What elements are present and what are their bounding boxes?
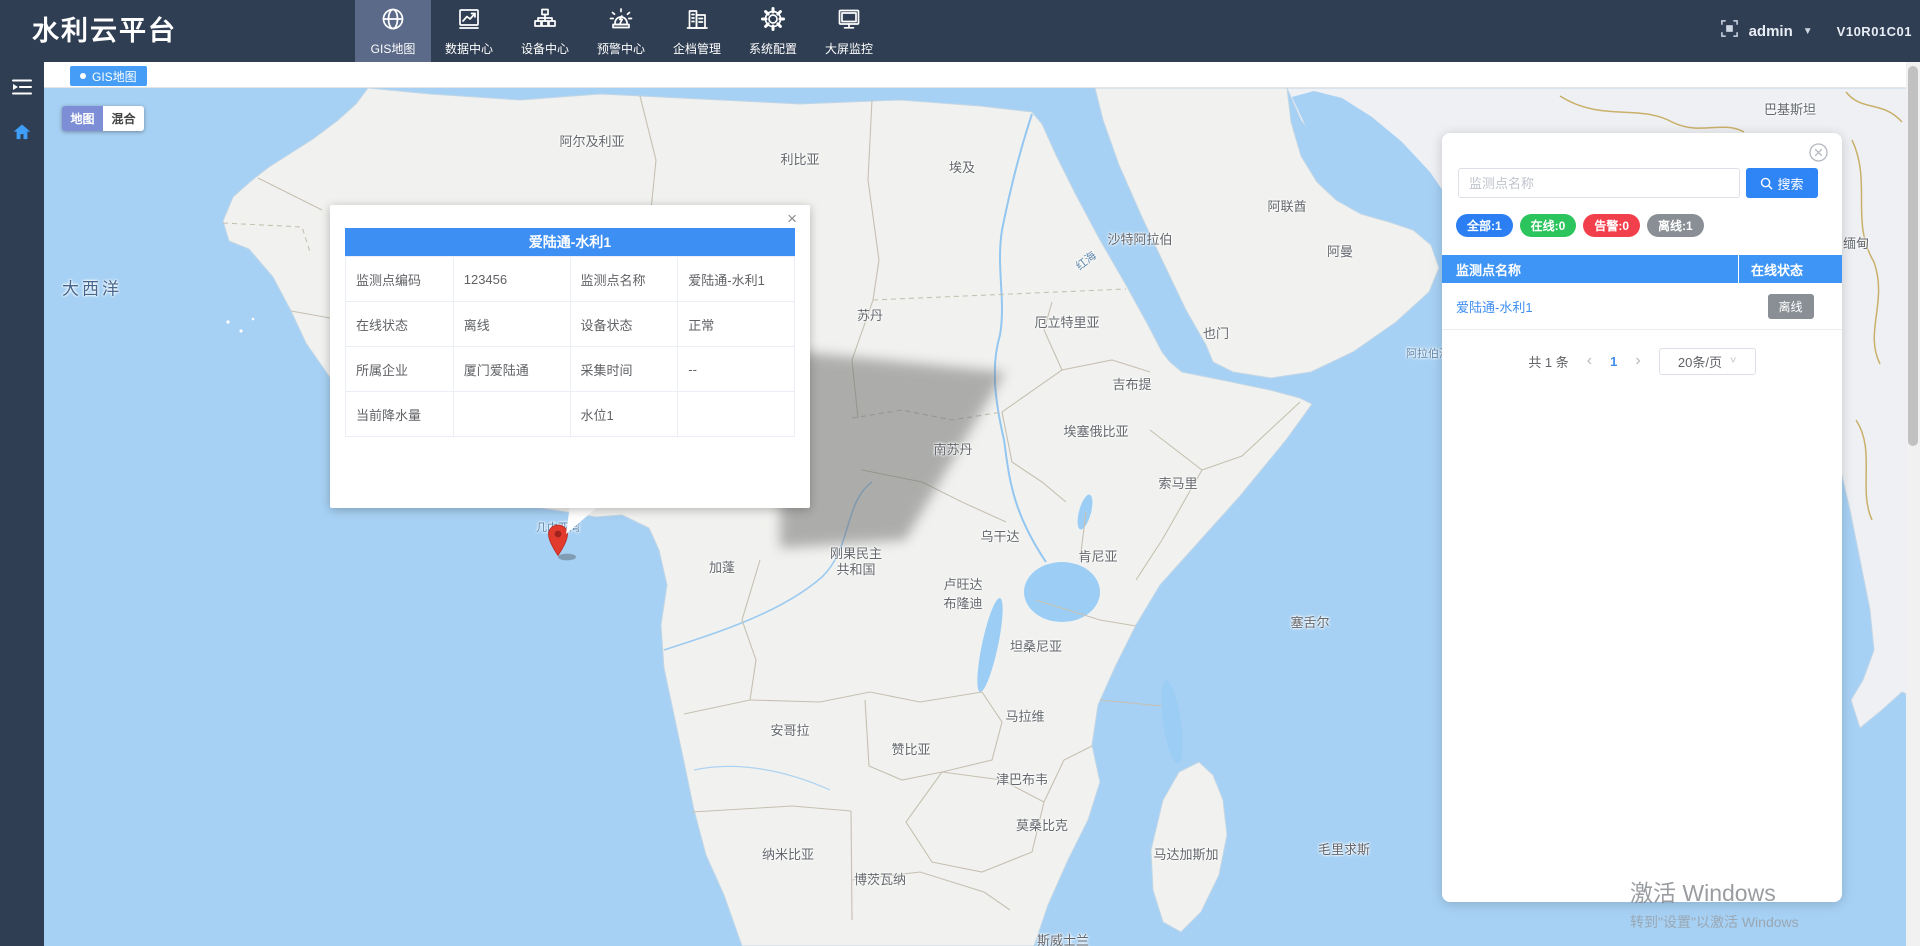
field-value [453, 392, 570, 437]
chevron-down-icon[interactable]: ▼ [1803, 26, 1813, 37]
page-size-select[interactable]: 20条/页 ˅ [1659, 348, 1756, 375]
field-label: 采集时间 [570, 347, 678, 392]
nav-tab-label: 设备中心 [521, 40, 569, 57]
panel-close-icon[interactable] [1809, 143, 1828, 167]
nav-tab-label: 系统配置 [749, 40, 797, 57]
field-value: 正常 [678, 302, 795, 347]
chevron-down-icon: ˅ [1730, 355, 1736, 367]
nav-tab-label: 数据中心 [445, 40, 493, 57]
field-label: 所属企业 [346, 347, 454, 392]
nav-tab-label: GIS地图 [371, 40, 416, 57]
user-menu[interactable]: admin [1749, 23, 1793, 40]
prev-page-button[interactable]: ‹ [1587, 352, 1592, 370]
monitor-point-popup: × 爱陆通-水利1 监测点编码 123456 监测点名称 爱陆通-水利1 在线状… [330, 205, 810, 508]
home-icon[interactable] [12, 122, 32, 142]
monitor-list-panel: 搜索 全部:1 在线:0 告警:0 离线:1 监测点名称 在线状态 爱陆通-水利… [1442, 133, 1842, 902]
map-type-hybrid-button[interactable]: 混合 [103, 106, 144, 131]
list-item: 爱陆通-水利1 离线 [1442, 283, 1842, 330]
field-value: 厦门爱陆通 [453, 347, 570, 392]
field-label: 设备状态 [570, 302, 678, 347]
field-label: 监测点名称 [570, 257, 678, 302]
close-icon[interactable]: × [787, 210, 797, 227]
table-row: 监测点编码 123456 监测点名称 爱陆通-水利1 [346, 257, 795, 302]
alarm-icon [608, 6, 634, 37]
nav-tab-label: 预警中心 [597, 40, 645, 57]
field-label: 监测点编码 [346, 257, 454, 302]
status-badge[interactable]: 离线:1 [1647, 214, 1704, 237]
left-sidebar [0, 62, 44, 946]
nav-tab-big-screen[interactable]: 大屏监控 [811, 0, 887, 62]
popup-tail [560, 505, 604, 537]
field-value: 爱陆通-水利1 [678, 257, 795, 302]
table-row: 所属企业 厦门爱陆通 采集时间 -- [346, 347, 795, 392]
avatar-icon [1720, 19, 1739, 43]
globe-icon [380, 6, 406, 37]
page-size-value: 20条/页 [1678, 352, 1722, 371]
status-badge[interactable]: 在线:0 [1520, 214, 1577, 237]
map-type-standard-button[interactable]: 地图 [62, 106, 103, 131]
popup-detail-table: 监测点编码 123456 监测点名称 爱陆通-水利1 在线状态 离线 设备状态 … [345, 256, 795, 437]
nav-tab-label: 企档管理 [673, 40, 721, 57]
nav-tab-data-center[interactable]: 数据中心 [431, 0, 507, 62]
field-value [678, 392, 795, 437]
status-badge[interactable]: 全部:1 [1456, 214, 1513, 237]
map-type-control: 地图 混合 [62, 106, 144, 131]
dot-icon [80, 73, 86, 79]
field-label: 当前降水量 [346, 392, 454, 437]
column-header: 在线状态 [1739, 255, 1842, 283]
nav-tab-device-center[interactable]: 设备中心 [507, 0, 583, 62]
gear-icon [760, 6, 786, 37]
field-label: 在线状态 [346, 302, 454, 347]
breadcrumb-tab-label: GIS地图 [92, 68, 137, 85]
main-nav: GIS地图 数据中心 设备中心 预警中心 企档管理 系统配置 大屏监控 [355, 0, 887, 62]
chart-icon [456, 6, 482, 37]
app-logo: 水利云平台 [32, 0, 177, 62]
column-header: 监测点名称 [1442, 255, 1739, 283]
list-table-header: 监测点名称 在线状态 [1442, 255, 1842, 283]
field-value: 123456 [453, 257, 570, 302]
status-filters: 全部:1 在线:0 告警:0 离线:1 [1456, 214, 1704, 237]
nav-tab-warning-center[interactable]: 预警中心 [583, 0, 659, 62]
table-row: 在线状态 离线 设备状态 正常 [346, 302, 795, 347]
monitor-point-link[interactable]: 爱陆通-水利1 [1442, 297, 1739, 316]
search-button-label: 搜索 [1777, 174, 1803, 193]
breadcrumb: GIS地图 [44, 62, 1920, 88]
monitor-icon [836, 6, 862, 37]
search-button[interactable]: 搜索 [1746, 168, 1818, 198]
version-label: V10R01C01 [1837, 24, 1912, 39]
search-icon [1760, 177, 1773, 190]
page-number[interactable]: 1 [1610, 354, 1617, 369]
nav-tab-archive-mgmt[interactable]: 企档管理 [659, 0, 735, 62]
menu-toggle-icon[interactable] [9, 74, 35, 100]
field-value: -- [678, 347, 795, 392]
popup-title: 爱陆通-水利1 [345, 228, 795, 256]
offline-status-badge[interactable]: 离线 [1768, 294, 1814, 319]
field-value: 离线 [453, 302, 570, 347]
sitemap-icon [532, 6, 558, 37]
nav-tab-system-config[interactable]: 系统配置 [735, 0, 811, 62]
nav-tab-gis-map[interactable]: GIS地图 [355, 0, 431, 62]
nav-tab-label: 大屏监控 [825, 40, 873, 57]
vertical-scrollbar[interactable] [1906, 62, 1920, 946]
table-row: 当前降水量 水位1 [346, 392, 795, 437]
status-badge[interactable]: 告警:0 [1583, 214, 1640, 237]
breadcrumb-tab-gis[interactable]: GIS地图 [70, 66, 147, 86]
next-page-button[interactable]: › [1635, 352, 1640, 370]
building-icon [684, 6, 710, 37]
field-label: 水位1 [570, 392, 678, 437]
pagination: 共 1 条 ‹ 1 › 20条/页 ˅ [1442, 346, 1842, 376]
top-header: 水利云平台 GIS地图 数据中心 设备中心 预警中心 企档管理 系统配置 大屏监… [0, 0, 1920, 62]
total-count: 共 1 条 [1528, 352, 1568, 371]
scrollbar-thumb[interactable] [1908, 66, 1918, 446]
search-input[interactable] [1458, 168, 1740, 198]
gis-map[interactable]: 大西洋几内亚湾红海阿拉伯海阿尔及利亚利比亚埃及沙特阿拉伯阿联酋阿曼苏丹厄立特里亚… [44, 88, 1920, 946]
